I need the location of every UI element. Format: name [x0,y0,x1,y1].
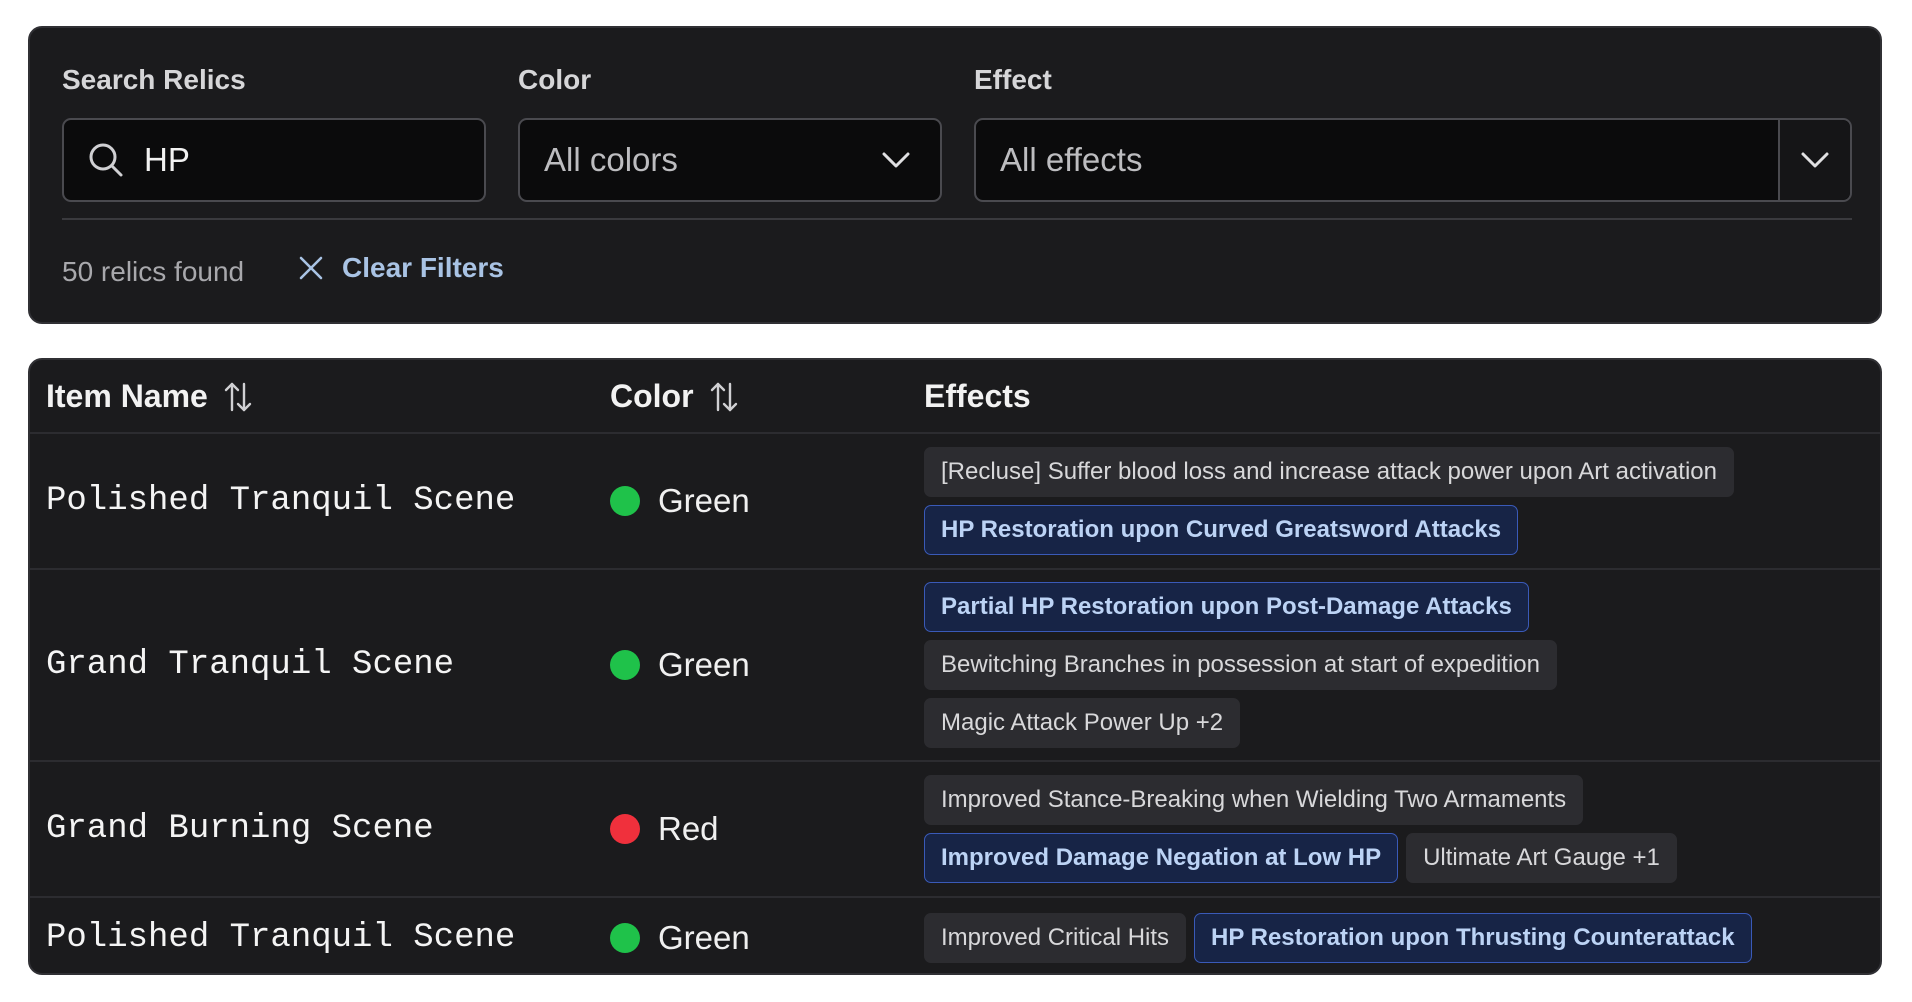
effects-line: Improved Critical Hits HP Restoration upo… [924,912,1752,963]
clear-filters-label: Clear Filters [342,252,504,283]
item-name: Grand Burning Scene [46,810,434,848]
color-dot [610,650,640,680]
sort-icon [224,382,252,411]
effects-line: Partial HP Restoration upon Post-Damage … [924,582,1557,632]
table-row[interactable]: Grand Burning Scene Red Improved Stance-Br… [30,762,1880,898]
effect-select-value: All effects [1000,141,1143,178]
effects-line: Magic Attack Power Up +2 [924,698,1557,748]
color-dot [610,922,640,953]
column-header-label: Color [610,378,694,414]
effects-line: HP Restoration upon Curved Greatsword At… [924,505,1734,555]
effect-tag-highlighted: HP Restoration upon Curved Greatsword At… [924,505,1519,555]
effects-list: Improved Stance-Breaking when Wielding T… [924,775,1677,883]
column-header-color[interactable]: Color [610,378,740,415]
color-name: Green [658,482,750,519]
result-count: 50 relics found [62,256,245,287]
chevron-down-icon [1801,152,1829,168]
effect-tag-highlighted: HP Restoration upon Thrusting Counteratt… [1194,912,1752,963]
color-name: Green [658,646,750,683]
effect-tag: Magic Attack Power Up +2 [924,698,1241,748]
chevron-down-icon [882,152,910,168]
table-header: Item Name Color Effects [30,360,1880,434]
column-header-effects: Effects [924,378,1031,414]
effects-line: Improved Damage Negation at Low HP Ultima… [924,833,1677,883]
item-color: Green [610,482,750,520]
color-select[interactable]: All colors [518,118,942,202]
effects-line: [Recluse] Suffer blood loss and increase… [924,447,1735,497]
color-dot [610,486,640,516]
item-name: Grand Tranquil Scene [46,646,455,684]
effect-tag: Ultimate Art Gauge +1 [1406,833,1677,883]
table-row[interactable]: Polished Tranquil Scene Green [Recluse] Su… [30,434,1880,570]
column-header-item-name[interactable]: Item Name [46,378,254,415]
color-name: Red [658,810,719,847]
item-color: Green [610,919,750,957]
effect-dropdown-toggle[interactable] [1778,120,1850,200]
item-name: Polished Tranquil Scene [46,918,516,957]
effect-select[interactable]: All effects [974,118,1852,202]
column-header-label: Item Name [46,378,208,414]
effect-tag: [Recluse] Suffer blood loss and increase… [924,447,1735,497]
color-label: Color [518,64,592,95]
effect-tag-highlighted: Improved Damage Negation at Low HP [924,833,1399,883]
search-label: Search Relics [62,64,246,95]
search-box[interactable] [62,118,486,202]
item-color: Red [610,810,719,848]
effect-tag: Improved Critical Hits [924,912,1187,963]
effect-tag-highlighted: Partial HP Restoration upon Post-Damage … [924,582,1529,632]
effect-tag: Bewitching Branches in possession at sta… [924,640,1558,690]
effect-tag: Improved Stance-Breaking when Wielding T… [924,775,1584,825]
close-icon [299,256,323,280]
effects-list: [Recluse] Suffer blood loss and increase… [924,447,1735,555]
effects-list: Improved Critical Hits HP Restoration upo… [924,912,1752,963]
effects-line: Improved Stance-Breaking when Wielding T… [924,775,1677,825]
item-name: Polished Tranquil Scene [46,482,516,520]
table-row[interactable]: Polished Tranquil Scene Green Improved Cri… [30,898,1880,973]
color-dot [610,814,640,844]
color-select-value: All colors [544,141,678,178]
color-name: Green [658,918,750,956]
item-color: Green [610,646,750,684]
filter-divider [62,218,1852,220]
search-icon [89,143,123,177]
sort-icon [710,382,737,411]
table-row[interactable]: Grand Tranquil Scene Green Partial HP Rest… [30,570,1880,762]
relics-table: Item Name Color Effects Polished Tranqui… [28,358,1882,975]
clear-filters-button[interactable]: Clear Filters [296,252,504,284]
effects-list: Partial HP Restoration upon Post-Damage … [924,582,1558,748]
effect-label: Effect [974,64,1052,95]
effects-line: Bewitching Branches in possession at sta… [924,640,1558,690]
filter-panel: Search Relics Color Effect All colors Al… [28,26,1882,324]
search-input[interactable] [144,141,464,179]
